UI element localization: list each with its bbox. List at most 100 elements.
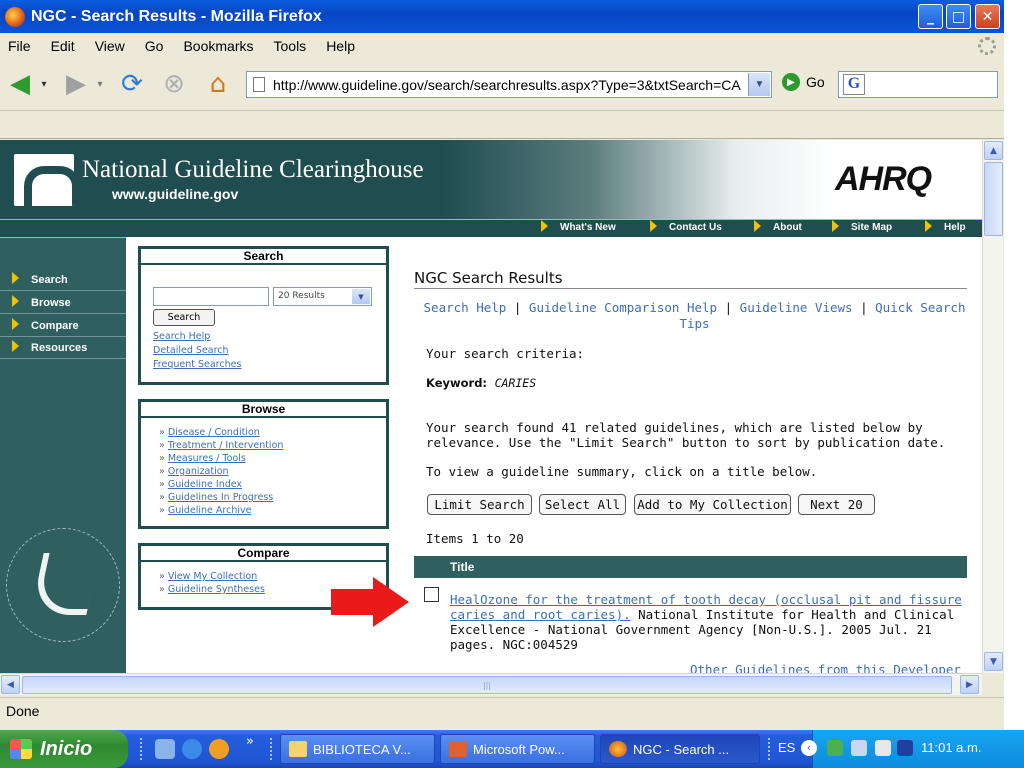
result-row: HealOzone for the treatment of tooth dec… xyxy=(450,592,970,652)
hhs-seal-icon xyxy=(6,528,120,642)
menu-file[interactable]: File xyxy=(8,38,31,54)
other-guidelines-link[interactable]: Other Guidelines from this Developer xyxy=(690,662,961,673)
folder-icon xyxy=(289,741,307,757)
menu-view[interactable]: View xyxy=(95,38,125,54)
scroll-left-icon[interactable]: ◀ xyxy=(1,675,20,694)
search-input[interactable] xyxy=(153,287,269,306)
stop-icon[interactable]: ⊗ xyxy=(158,68,190,100)
task-powerpoint[interactable]: Microsoft Pow... xyxy=(440,734,595,764)
windows-logo-icon xyxy=(10,739,32,759)
horizontal-scroll-thumb[interactable]: ||| xyxy=(22,676,952,694)
quicklaunch-desktop-icon[interactable] xyxy=(155,739,175,759)
next-20-button[interactable]: Next 20 xyxy=(798,494,875,515)
status-bar: Done xyxy=(0,697,1004,723)
reload-icon[interactable]: ⟳ xyxy=(116,68,148,100)
taskbar-grip[interactable] xyxy=(270,738,274,760)
menu-tools[interactable]: Tools xyxy=(274,38,307,54)
chevron-down-icon: ▼ xyxy=(352,289,370,304)
close-button[interactable]: ✕ xyxy=(975,4,1000,29)
guideline-syntheses-link[interactable]: Guideline Syntheses xyxy=(168,584,265,595)
google-icon[interactable]: G xyxy=(843,74,865,95)
scroll-down-icon[interactable]: ▼ xyxy=(984,652,1003,671)
keyword-line: Keyword: CARIES xyxy=(426,375,966,391)
home-icon[interactable]: ⌂ xyxy=(202,68,234,100)
quicklaunch-media-icon[interactable] xyxy=(209,739,229,759)
clock[interactable]: 11:01 a.m. xyxy=(921,740,981,755)
search-panel: Search 20 Results ▼ Search Search Help D… xyxy=(138,246,389,385)
search-panel-title: Search xyxy=(141,249,386,265)
forward-dropdown-icon[interactable]: ▾ xyxy=(92,68,108,100)
browse-treatment-link[interactable]: Treatment / Intervention xyxy=(168,440,284,451)
page-viewport: National Guideline Clearinghouse www.gui… xyxy=(0,140,982,673)
left-navigation: Search Browse Compare Resources xyxy=(0,237,126,673)
menu-go[interactable]: Go xyxy=(145,38,164,54)
tray-network-icon[interactable] xyxy=(851,740,867,756)
leftnav-browse[interactable]: Browse xyxy=(0,292,126,314)
frequent-searches-link[interactable]: Frequent Searches xyxy=(153,359,241,370)
result-checkbox[interactable] xyxy=(424,587,439,602)
limit-search-button[interactable]: Limit Search xyxy=(427,494,532,515)
throbber-icon xyxy=(978,37,996,55)
go-button[interactable]: ▶ Go xyxy=(782,73,825,91)
language-indicator[interactable]: ES xyxy=(778,740,795,755)
add-to-collection-button[interactable]: Add to My Collection xyxy=(634,494,791,515)
search-button[interactable]: Search xyxy=(153,309,215,326)
view-collection-link[interactable]: View My Collection xyxy=(168,571,257,582)
start-button[interactable]: Inicio xyxy=(0,730,128,768)
menu-bookmarks[interactable]: Bookmarks xyxy=(183,38,253,54)
tray-expand-icon[interactable]: ‹ xyxy=(801,740,817,756)
separator: | xyxy=(724,300,733,315)
browse-panel-title: Browse xyxy=(141,402,386,418)
powerpoint-icon xyxy=(449,741,467,757)
link-search-help[interactable]: Search Help xyxy=(424,300,507,315)
horizontal-scrollbar[interactable]: ◀ ||| ▶ xyxy=(0,673,982,695)
vertical-scroll-thumb[interactable] xyxy=(984,162,1003,236)
menu-edit[interactable]: Edit xyxy=(51,38,75,54)
select-all-button[interactable]: Select All xyxy=(539,494,626,515)
back-icon[interactable]: ◀ xyxy=(4,68,36,100)
detailed-search-link[interactable]: Detailed Search xyxy=(153,345,229,356)
window-title-bar[interactable]: NGC - Search Results - Mozilla Firefox _… xyxy=(0,0,1004,33)
tray-monitor-icon[interactable] xyxy=(897,740,913,756)
leftnav-resources[interactable]: Resources xyxy=(0,337,126,359)
go-icon: ▶ xyxy=(782,73,800,91)
browse-disease-link[interactable]: Disease / Condition xyxy=(168,427,260,438)
menu-bar: File Edit View Go Bookmarks Tools Help xyxy=(0,33,1004,59)
scroll-up-icon[interactable]: ▲ xyxy=(984,141,1003,160)
browse-measures-link[interactable]: Measures / Tools xyxy=(168,453,246,464)
leftnav-search[interactable]: Search xyxy=(0,269,126,291)
taskbar-grip[interactable] xyxy=(768,738,772,760)
forward-icon[interactable]: ▶ xyxy=(60,68,92,100)
tray-security-icon[interactable] xyxy=(875,740,891,756)
search-help-link[interactable]: Search Help xyxy=(153,331,210,342)
bookmarks-toolbar xyxy=(0,111,1004,139)
menu-help[interactable]: Help xyxy=(326,38,355,54)
address-dropdown-icon[interactable]: ▼ xyxy=(748,73,770,96)
quicklaunch-ie-icon[interactable] xyxy=(182,739,202,759)
minimize-button[interactable]: _ xyxy=(918,4,943,29)
vertical-scrollbar[interactable]: ▲ ▼ xyxy=(982,140,1003,673)
browse-organization-link[interactable]: Organization xyxy=(168,466,229,477)
search-engine-input[interactable]: G xyxy=(838,71,998,98)
scroll-right-icon[interactable]: ▶ xyxy=(960,675,979,694)
browse-archive-link[interactable]: Guideline Archive xyxy=(168,505,252,516)
tray-user-icon[interactable] xyxy=(827,740,843,756)
browse-in-progress-link[interactable]: Guidelines In Progress xyxy=(168,492,273,503)
link-comparison-help[interactable]: Guideline Comparison Help xyxy=(529,300,717,315)
leftnav-compare[interactable]: Compare xyxy=(0,315,126,337)
quicklaunch-chevron-icon[interactable]: » xyxy=(246,734,254,749)
task-biblioteca[interactable]: BIBLIOTECA V... xyxy=(280,734,435,764)
browse-guideline-index-link[interactable]: Guideline Index xyxy=(168,479,242,490)
view-instruction: To view a guideline summary, click on a … xyxy=(426,464,818,479)
back-dropdown-icon[interactable]: ▾ xyxy=(36,68,52,100)
link-guideline-views[interactable]: Guideline Views xyxy=(740,300,853,315)
taskbar-grip[interactable] xyxy=(140,738,144,760)
items-count: Items 1 to 20 xyxy=(426,531,524,546)
red-arrow-icon xyxy=(331,577,411,627)
site-url: www.guideline.gov xyxy=(112,186,239,202)
results-per-page-select[interactable]: 20 Results ▼ xyxy=(273,287,372,306)
address-bar[interactable]: http://www.guideline.gov/search/searchre… xyxy=(246,71,772,98)
task-firefox[interactable]: NGC - Search ... xyxy=(600,734,760,764)
table-header-title: Title xyxy=(414,556,967,578)
maximize-button[interactable]: □ xyxy=(946,4,971,29)
